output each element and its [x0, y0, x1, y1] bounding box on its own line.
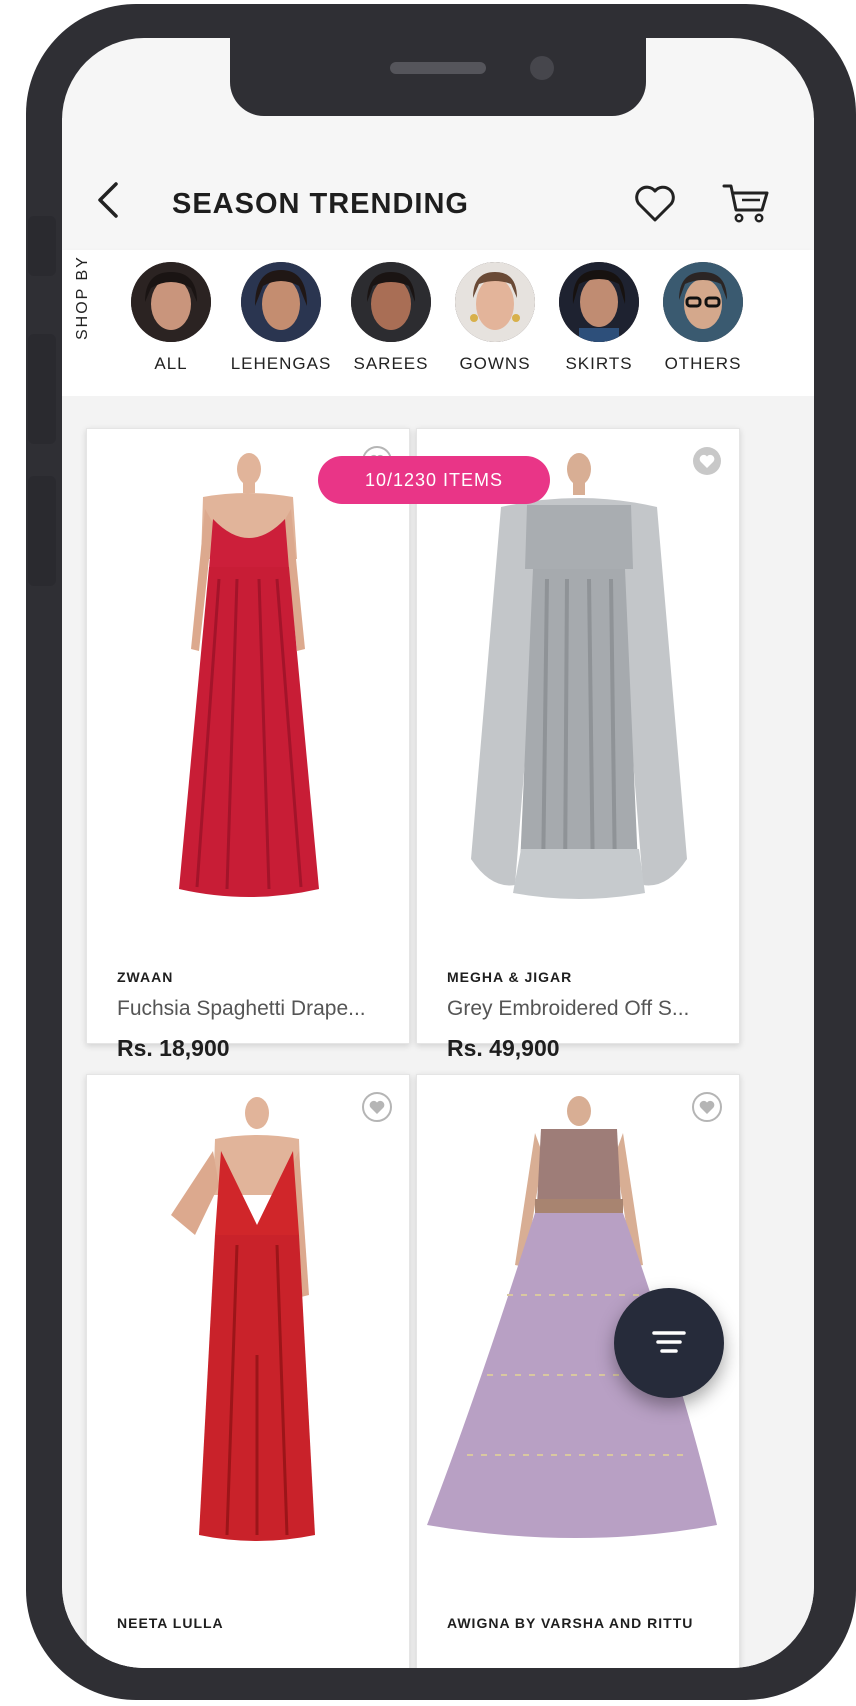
- chevron-left-icon[interactable]: [92, 180, 126, 220]
- category-avatar: [663, 262, 743, 342]
- side-button: [28, 334, 56, 444]
- product-price: Rs. 49,900: [447, 1035, 560, 1061]
- page-title: SEASON TRENDING: [172, 188, 469, 220]
- product-image[interactable]: [87, 1095, 409, 1555]
- product-image[interactable]: [87, 449, 409, 909]
- cart-icon[interactable]: [722, 182, 770, 224]
- product-name[interactable]: Grey Embroidered Off S...: [447, 997, 717, 1021]
- category-others[interactable]: OTHERS: [648, 262, 758, 374]
- category-avatar: [455, 262, 535, 342]
- category-skirts[interactable]: SKIRTS: [544, 262, 654, 374]
- side-button: [28, 216, 56, 276]
- product-card[interactable]: MEGHA & JIGAR Grey Embroidered Off S... …: [416, 428, 740, 1061]
- category-avatar: [559, 262, 639, 342]
- product-card[interactable]: ZWAAN Fuchsia Spaghetti Drape... Rs. 18,…: [86, 428, 410, 1061]
- header: SEASON TRENDING: [62, 118, 814, 251]
- items-count-badge: 10/1230 ITEMS: [318, 456, 550, 504]
- filter-icon: [652, 1331, 686, 1353]
- category-label: LEHENGAS: [230, 354, 332, 373]
- category-avatar: [131, 262, 211, 342]
- product-name[interactable]: Fuchsia Spaghetti Drape...: [117, 997, 387, 1021]
- app-screen: SEASON TRENDING SHOP BY ALL LEHENGAS SAR…: [62, 38, 814, 1668]
- product-card[interactable]: NEETA LULLA: [86, 1074, 410, 1668]
- category-label: ALL: [154, 354, 188, 373]
- category-label: SAREES: [353, 354, 429, 373]
- category-label: OTHERS: [664, 354, 742, 373]
- shop-by-label: SHOP BY: [74, 255, 91, 340]
- category-avatar: [241, 262, 321, 342]
- product-brand: MEGHA & JIGAR: [447, 969, 573, 985]
- category-all[interactable]: ALL: [116, 262, 226, 374]
- shop-by-bar: SHOP BY ALL LEHENGAS SAREES GOWNS SKIRTS…: [62, 250, 814, 396]
- speaker: [390, 62, 486, 74]
- product-image[interactable]: [417, 449, 739, 909]
- category-gowns[interactable]: GOWNS: [440, 262, 550, 374]
- category-sarees[interactable]: SAREES: [336, 262, 446, 374]
- product-price: Rs. 18,900: [117, 1035, 230, 1061]
- product-brand: NEETA LULLA: [117, 1615, 224, 1631]
- category-lehengas[interactable]: LEHENGAS: [226, 262, 336, 374]
- product-brand: ZWAAN: [117, 969, 174, 985]
- notch: [230, 38, 646, 116]
- category-avatar: [351, 262, 431, 342]
- heart-icon[interactable]: [634, 184, 676, 224]
- camera: [530, 56, 554, 80]
- product-brand: AWIGNA BY VARSHA AND RITTU: [447, 1615, 694, 1631]
- product-grid: ZWAAN Fuchsia Spaghetti Drape... Rs. 18,…: [62, 396, 814, 1668]
- category-label: GOWNS: [459, 354, 531, 373]
- filter-button[interactable]: [614, 1288, 724, 1398]
- category-label: SKIRTS: [565, 354, 633, 373]
- side-button: [28, 476, 56, 586]
